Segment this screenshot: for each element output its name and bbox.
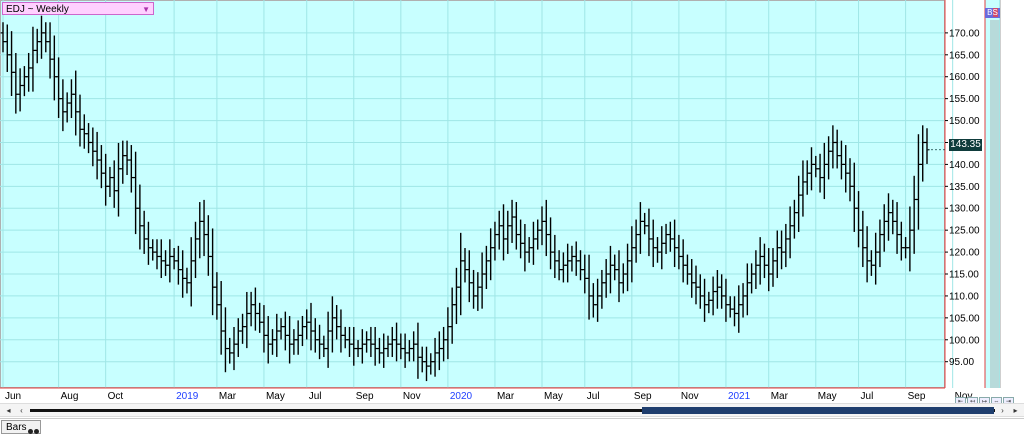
chart-nav-buttons: ⇤ ↤ ↦ ⇔ ⇥ [955,390,1015,408]
tab-options-icon[interactable] [28,425,40,434]
buy-badge-label: B [987,8,993,17]
scroll-end-icon[interactable]: ▸ [1011,406,1020,415]
x-tick-label: May [266,391,285,402]
x-tick-label: Mar [771,391,789,402]
x-tick-label: May [544,391,563,402]
x-tick-label: Nov [681,391,699,402]
scroll-thumb[interactable] [642,407,994,414]
y-tick-label: 130.00 [949,204,980,215]
scroll-start-icon[interactable]: ◂ [4,406,13,415]
x-tick-label: Mar [219,391,237,402]
tab-bars-label: Bars [6,422,27,433]
y-tick-label: 160.00 [949,72,980,83]
dropdown-caret-icon[interactable]: ▼ [142,3,150,16]
x-tick-label: Mar [497,391,515,402]
x-tick-label: May [818,391,837,402]
x-tick-label: Sep [908,391,926,402]
y-tick-label: 155.00 [949,94,980,105]
x-tick-label: 2019 [176,391,199,402]
horizontal-scrollbar[interactable]: ◂ ‹ › ▸ [0,403,1024,417]
scroll-right-icon[interactable]: › [998,406,1007,415]
y-tick-label: 165.00 [949,50,980,61]
y-tick-label: 125.00 [949,226,980,237]
chart-window: 95.00 100.00 105.00 110.00 115.00 120.00 125.0… [0,0,1024,436]
x-tick-label: Jun [5,391,21,402]
sell-badge-label: S [992,8,998,17]
x-tick-label: Sep [356,391,374,402]
x-tick-label: Jul [309,391,322,402]
tab-bars[interactable]: Bars [1,420,41,434]
y-tick-label: 150.00 [949,116,980,127]
y-tick-label: 100.00 [949,335,980,346]
buy-sell-badge[interactable]: BS [985,8,1000,18]
x-tick-label: 2020 [450,391,473,402]
symbol-selector[interactable]: EDJ ~ Weekly ▼ [2,2,154,15]
price-chart: 95.00 100.00 105.00 110.00 115.00 120.00 125.0… [0,0,1000,402]
x-tick-label: Aug [61,391,79,402]
x-tick-label: 2021 [728,391,751,402]
x-tick-label: Nov [403,391,421,402]
y-tick-label: 135.00 [949,182,980,193]
last-price-label: 143.35 [949,139,982,151]
x-tick-label: Oct [108,391,124,402]
y-tick-label: 95.00 [949,357,974,368]
y-tick-label: 140.00 [949,160,980,171]
y-tick-label: 120.00 [949,248,980,259]
x-tick-label: Sep [634,391,652,402]
scroll-left-icon[interactable]: ‹ [17,406,26,415]
tab-bar: Bars [0,418,1024,436]
x-tick-label: Jul [587,391,600,402]
far-right-gutter [1000,0,1024,388]
symbol-label: EDJ ~ Weekly [6,4,69,15]
y-tick-label: 115.00 [949,270,979,281]
y-tick-label: 105.00 [949,313,980,324]
x-tick-label: Jul [861,391,874,402]
y-tick-label: 110.00 [949,291,979,302]
y-tick-label: 170.00 [949,28,980,39]
